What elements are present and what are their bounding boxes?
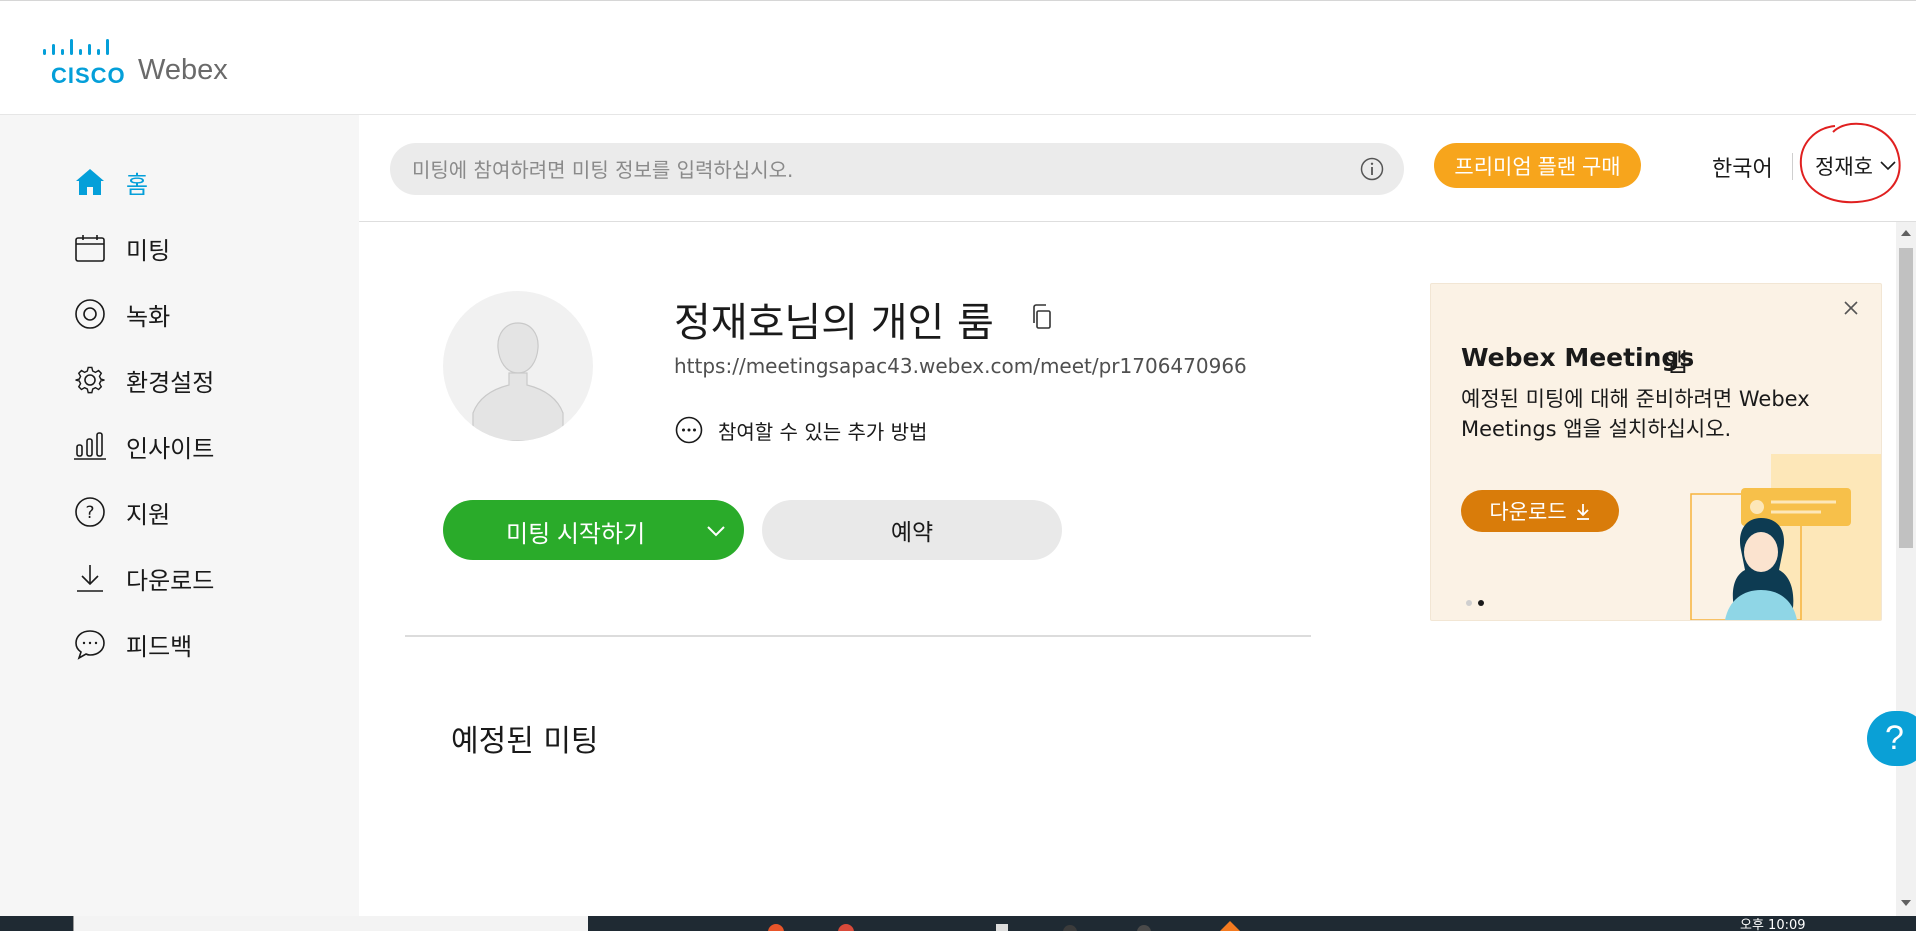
personal-room-title: 정재호님의 개인 룸 xyxy=(674,300,994,346)
personal-room-url[interactable]: https://meetingsapac43.webex.com/meet/pr… xyxy=(674,354,1247,378)
sidebar-item-preferences[interactable]: 환경설정 xyxy=(72,360,332,400)
sidebar-item-support[interactable]: ? 지원 xyxy=(72,492,332,532)
webex-app-promo-card: Webex Meetings 앱 예정된 미팅에 대해 준비하려면 Webex … xyxy=(1430,283,1882,621)
sidebar-item-label: 다운로드 xyxy=(126,566,215,595)
sidebar-item-label: 지원 xyxy=(126,500,171,529)
cisco-webex-logo[interactable]: CISCO Webex xyxy=(43,37,233,88)
search-input[interactable] xyxy=(410,143,1344,197)
sidebar-item-feedback[interactable]: 피드백 xyxy=(72,624,332,664)
sidebar-item-label: 환경설정 xyxy=(126,368,215,397)
copy-icon[interactable] xyxy=(1029,303,1055,331)
app-header: CISCO Webex xyxy=(0,1,1916,115)
start-meeting-label: 미팅 시작하기 xyxy=(506,521,646,548)
home-icon xyxy=(72,164,108,200)
promo-title: Webex Meetings xyxy=(1461,343,1695,372)
carousel-pagination[interactable] xyxy=(1465,598,1495,608)
info-icon[interactable] xyxy=(1360,157,1384,181)
schedule-button[interactable]: 예약 xyxy=(762,500,1062,560)
svg-text:?: ? xyxy=(85,503,94,523)
promo-illustration xyxy=(1690,454,1881,620)
help-fab-button[interactable]: ? xyxy=(1867,711,1916,766)
promo-title-suffix: 앱 xyxy=(1665,348,1689,377)
sidebar-item-insights[interactable]: 인사이트 xyxy=(72,426,332,466)
sidebar-item-label: 녹화 xyxy=(126,302,171,331)
close-icon[interactable] xyxy=(1841,298,1861,318)
taskbar-clock: 오후 10:09 xyxy=(1740,918,1806,933)
sidebar: 홈 미팅 녹화 환경설정 인사이트 ? 지원 다운로드 피드백 xyxy=(0,115,359,916)
vertical-scrollbar[interactable] xyxy=(1896,222,1916,916)
section-divider xyxy=(405,635,1311,637)
more-ways-label: 참여할 수 있는 추가 방법 xyxy=(718,419,928,444)
scroll-down-arrow-icon[interactable] xyxy=(1900,898,1912,908)
download-label: 다운로드 xyxy=(1489,501,1567,524)
meeting-join-search xyxy=(390,143,1404,197)
record-icon xyxy=(72,296,108,332)
sidebar-item-home[interactable]: 홈 xyxy=(72,162,332,202)
topbar-divider xyxy=(359,221,1916,222)
taskbar-search-box[interactable] xyxy=(73,916,588,931)
os-taskbar: 오후 10:09 xyxy=(0,916,1916,933)
header-divider xyxy=(1792,153,1793,180)
calendar-icon xyxy=(72,230,108,266)
download-icon xyxy=(72,560,108,596)
sidebar-item-label: 피드백 xyxy=(126,632,193,661)
sidebar-item-label: 미팅 xyxy=(126,236,171,265)
sidebar-item-meetings[interactable]: 미팅 xyxy=(72,228,332,268)
start-meeting-button[interactable]: 미팅 시작하기 xyxy=(443,500,744,560)
buy-premium-button[interactable]: 프리미엄 플랜 구매 xyxy=(1434,143,1641,188)
carousel-dot[interactable] xyxy=(1466,600,1472,606)
logo-cisco-text: CISCO xyxy=(51,63,126,88)
sidebar-item-downloads[interactable]: 다운로드 xyxy=(72,558,332,598)
sidebar-item-label: 인사이트 xyxy=(126,434,215,463)
logo-webex-text: Webex xyxy=(138,54,228,86)
upcoming-meetings-heading: 예정된 미팅 xyxy=(451,724,599,759)
default-avatar-icon xyxy=(472,322,564,441)
insights-icon xyxy=(72,428,108,464)
avatar xyxy=(443,291,593,441)
language-selector[interactable]: 한국어 xyxy=(1712,151,1773,183)
scrollbar-thumb[interactable] xyxy=(1899,248,1913,548)
promo-description: 예정된 미팅에 대해 준비하려면 Webex Meetings 앱을 설치하십시… xyxy=(1461,387,1810,441)
sidebar-item-recordings[interactable]: 녹화 xyxy=(72,294,332,334)
cisco-bars-icon xyxy=(43,39,109,55)
scroll-up-arrow-icon[interactable] xyxy=(1900,228,1912,238)
download-arrow-icon xyxy=(1576,504,1589,520)
red-annotation-circle xyxy=(1799,122,1901,204)
taskbar-app-icons[interactable] xyxy=(760,916,1260,931)
gear-icon xyxy=(72,362,108,398)
more-ways-to-join[interactable]: 참여할 수 있는 추가 방법 xyxy=(674,415,927,445)
feedback-icon xyxy=(72,626,108,662)
more-options-icon xyxy=(675,416,703,444)
chevron-down-icon[interactable] xyxy=(705,520,727,542)
carousel-dot-active[interactable] xyxy=(1478,600,1484,606)
download-app-button[interactable]: 다운로드 xyxy=(1461,490,1619,532)
help-icon: ? xyxy=(72,494,108,530)
sidebar-item-label: 홈 xyxy=(126,170,149,199)
